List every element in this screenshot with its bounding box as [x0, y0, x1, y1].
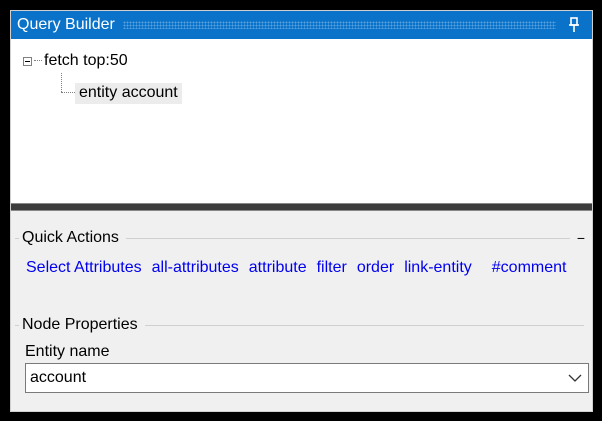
tree-node-entity[interactable]: entity account: [75, 83, 182, 104]
query-builder-panel: Query Builder fetch top:50 entity accoun…: [10, 10, 593, 412]
titlebar-grip: [122, 21, 556, 29]
comment-link[interactable]: #comment: [492, 259, 567, 277]
tree-node-fetch[interactable]: fetch top:50: [23, 52, 128, 70]
entity-name-label: Entity name: [25, 343, 110, 360]
node-properties-group: Node Properties: [15, 315, 588, 335]
tree-node-fetch-label: fetch top:50: [44, 52, 128, 69]
quick-actions-group: Quick Actions −: [15, 228, 588, 248]
tree-connector: [34, 60, 42, 62]
tree-node-entity-label: entity account: [79, 84, 178, 101]
entity-name-value: account: [30, 369, 87, 386]
entity-name-select[interactable]: account: [25, 363, 589, 393]
collapse-node-icon[interactable]: [23, 56, 32, 66]
collapse-quick-actions-button[interactable]: −: [574, 231, 588, 245]
splitter-handle[interactable]: [11, 203, 592, 211]
query-tree[interactable]: fetch top:50 entity account: [11, 39, 592, 203]
select-attributes-link[interactable]: Select Attributes: [26, 259, 142, 277]
group-divider: [125, 237, 570, 239]
quick-actions-title: Quick Actions: [22, 229, 119, 246]
group-divider: [144, 324, 584, 326]
filter-link[interactable]: filter: [317, 259, 347, 277]
panel-titlebar[interactable]: Query Builder: [11, 11, 592, 39]
quick-actions-links: Select Attributes all-attributes attribu…: [26, 259, 588, 277]
all-attributes-link[interactable]: all-attributes: [152, 259, 239, 277]
order-link[interactable]: order: [357, 259, 394, 277]
pin-icon[interactable]: [566, 15, 584, 35]
attribute-link[interactable]: attribute: [249, 259, 307, 277]
tree-connector-vertical: [61, 73, 63, 92]
tree-connector-horizontal: [61, 92, 75, 94]
chevron-down-icon[interactable]: [562, 364, 588, 392]
panel-title: Query Builder: [17, 16, 115, 33]
link-entity-link[interactable]: link-entity: [404, 259, 472, 277]
window-frame: Query Builder fetch top:50 entity accoun…: [0, 0, 602, 421]
node-properties-title: Node Properties: [22, 316, 138, 333]
